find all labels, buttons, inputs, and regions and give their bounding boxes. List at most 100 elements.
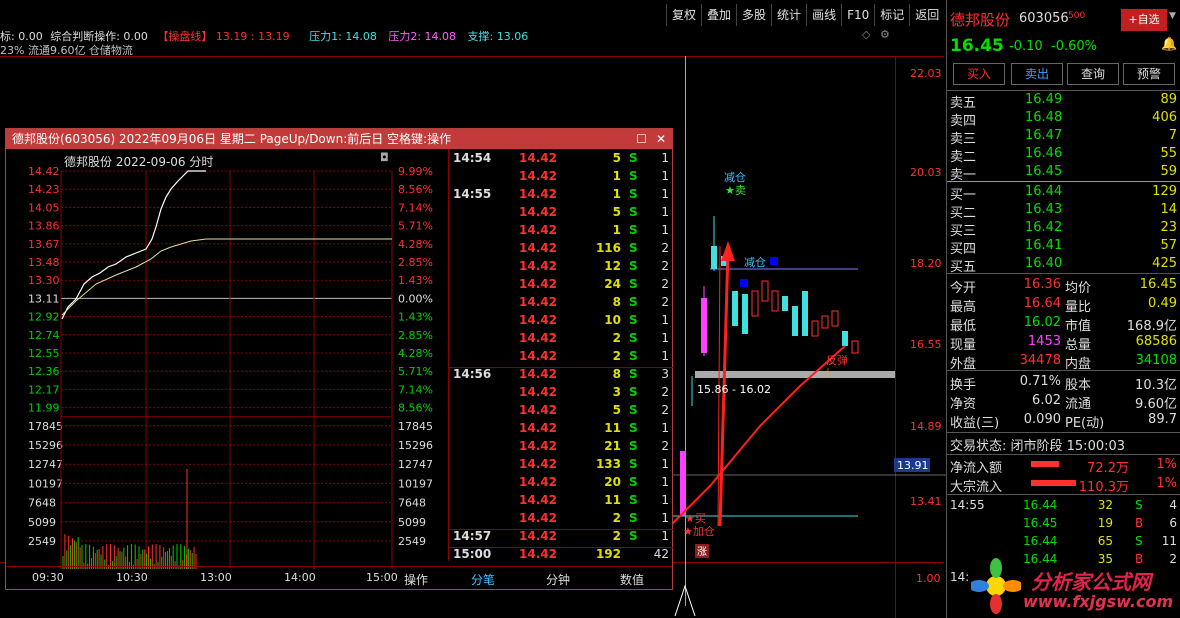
- settings-icon[interactable]: ⚙: [880, 28, 890, 41]
- pct-tick: 4.28%: [398, 238, 433, 251]
- toolbar-item[interactable]: 返回: [909, 4, 944, 26]
- asks-row[interactable]: 卖五 16.49 89: [947, 91, 1180, 111]
- bids-price: 16.42: [1025, 220, 1063, 235]
- toolbar-item[interactable]: F10: [841, 4, 874, 26]
- quote-panel: 德邦股份 603056 500 +自选 ▼ 16.45 -0.10 -0.60%…: [946, 0, 1180, 618]
- price-label: 18.20: [910, 257, 942, 270]
- pct-tick: 2.85%: [398, 256, 433, 269]
- bids-row[interactable]: 买一 16.44 129: [947, 183, 1180, 203]
- diamond-icon[interactable]: ◇: [862, 28, 870, 41]
- toolbar-item[interactable]: 复权: [666, 4, 701, 26]
- tick-count: 1: [661, 493, 669, 507]
- asks-row[interactable]: 卖一 16.45 59: [947, 163, 1180, 183]
- time-tick: 13:00: [200, 571, 232, 584]
- tick-time: 14:55: [453, 187, 492, 201]
- time-tick: 15:00: [366, 571, 398, 584]
- stats-l2: 内盘: [1065, 357, 1092, 372]
- tick-vol: 8: [612, 295, 621, 309]
- bids-row[interactable]: 买三 16.42 23: [947, 219, 1180, 239]
- tick-vol: 2: [612, 331, 621, 345]
- bids-row[interactable]: 买五 16.40 425: [947, 255, 1180, 275]
- tick-vol: 5: [612, 205, 621, 219]
- price-tick: 12.17: [28, 383, 60, 396]
- tick-price: 14.42: [519, 421, 557, 435]
- tick-row: 14.42 1 S 1: [449, 169, 673, 187]
- tab-fenzhong[interactable]: 分钟: [546, 571, 570, 588]
- asks-row[interactable]: 卖三 16.47 7: [947, 127, 1180, 147]
- toolbar-item[interactable]: 标记: [874, 4, 909, 26]
- tick-count: 1: [661, 475, 669, 489]
- tick-time: 15:00: [453, 547, 492, 561]
- tick-row: 14.42 3 S 2: [449, 385, 673, 403]
- stock-code-sup: 500: [1068, 11, 1086, 21]
- tick-row: 14.42 11 S 1: [449, 493, 673, 511]
- vol-tick: 17845: [28, 420, 63, 433]
- pct-tick: 9.99%: [398, 165, 433, 178]
- toolbar-item[interactable]: 多股: [736, 4, 771, 26]
- op-label[interactable]: 操作: [404, 571, 428, 588]
- asks-row[interactable]: 卖四 16.48 406: [947, 109, 1180, 129]
- flow-bar: [1031, 480, 1076, 486]
- maximize-icon[interactable]: ☐: [636, 129, 647, 149]
- toolbar-item[interactable]: 叠加: [701, 4, 736, 26]
- tick-row: 14:56 14.42 8 S 3: [449, 367, 673, 385]
- alert-button[interactable]: 预警: [1123, 63, 1175, 85]
- kline-chart: 22.03 20.03 18.20 16.55 14.89 13.41 1.00…: [670, 67, 946, 616]
- tab-shuzhi[interactable]: 数值: [620, 571, 644, 588]
- price-tick: 13.11: [28, 292, 60, 305]
- stats2-v2: 10.3亿: [1135, 378, 1177, 393]
- bell-icon[interactable]: 🔔: [1161, 37, 1177, 52]
- flow-label: 净流入额: [950, 461, 1003, 476]
- stats-row: 最高 16.64 量比 0.49: [947, 295, 1180, 315]
- flow-value: 110.3万: [1078, 480, 1129, 495]
- bids-vol: 23: [1160, 220, 1177, 235]
- stats-l1: 现量: [950, 338, 977, 353]
- tick-vol: 1: [612, 169, 621, 183]
- asks-row[interactable]: 卖二 16.46 55: [947, 145, 1180, 165]
- stats2-v2: 9.60亿: [1135, 397, 1177, 412]
- vol-tick: 5099: [28, 516, 56, 529]
- stats2-v1: 0.71%: [1019, 374, 1061, 389]
- toolbar-item[interactable]: 画线: [806, 4, 841, 26]
- stats2-v1: 6.02: [1032, 393, 1061, 408]
- buy-button[interactable]: 买入: [953, 63, 1005, 85]
- tick-vol: 2: [612, 511, 621, 525]
- tick-price: 14.42: [519, 511, 557, 525]
- ann-fantan: 反弹: [826, 353, 848, 367]
- deal-count: 11: [1161, 534, 1177, 548]
- stats2-l2: 流通: [1065, 397, 1092, 412]
- tab-fenbi[interactable]: 分笔: [471, 571, 495, 588]
- deal-price: 16.45: [1023, 516, 1058, 530]
- tick-row: 14.42 24 S 2: [449, 277, 673, 295]
- tick-count: 2: [661, 439, 669, 453]
- deal-price: 16.44: [1023, 552, 1058, 566]
- intraday-popup[interactable]: 德邦股份(603056) 2022年09月06日 星期二 PageUp/Down…: [5, 128, 673, 590]
- add-watchlist-button[interactable]: +自选: [1121, 9, 1167, 31]
- ann-jiancang2: 减仓: [744, 255, 766, 269]
- tick-vol: 1: [612, 187, 621, 201]
- toolbar-item[interactable]: 统计: [771, 4, 806, 26]
- query-button[interactable]: 查询: [1067, 63, 1119, 85]
- tick-time: 14:57: [453, 529, 492, 543]
- pct-tick: 7.14%: [398, 383, 433, 396]
- bids-vol: 14: [1160, 202, 1177, 217]
- sell-button[interactable]: 卖出: [1011, 63, 1063, 85]
- tick-count: 1: [661, 169, 669, 183]
- tick-side: S: [629, 259, 638, 273]
- close-icon[interactable]: ✕: [656, 129, 666, 149]
- dropdown-icon[interactable]: ▼: [1169, 11, 1176, 21]
- bids-row[interactable]: 买四 16.41 57: [947, 237, 1180, 257]
- asks-price: 16.47: [1025, 128, 1063, 143]
- deal-count: 4: [1169, 498, 1177, 512]
- bids-row[interactable]: 买二 16.43 14: [947, 201, 1180, 221]
- popup-titlebar[interactable]: 德邦股份(603056) 2022年09月06日 星期二 PageUp/Down…: [6, 129, 672, 149]
- stats2-row: 净资 6.02 流通 9.60亿: [947, 392, 1180, 412]
- stats2-row: 换手 0.71% 股本 10.3亿: [947, 373, 1180, 393]
- vol-tick: 12747: [28, 458, 63, 471]
- tick-vol: 192: [595, 547, 621, 561]
- tick-row: 14.42 1 S 1: [449, 223, 673, 241]
- tick-side: S: [629, 349, 638, 363]
- tick-side: S: [629, 331, 638, 345]
- ann-buy: ★买: [685, 512, 706, 525]
- deal-vol: 35: [1097, 552, 1113, 566]
